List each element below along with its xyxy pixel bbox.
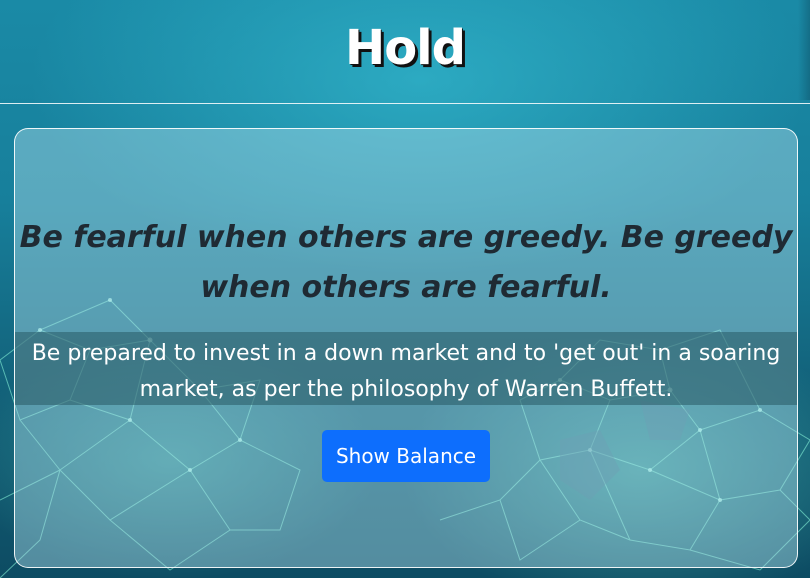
page-header: Hold: [0, 0, 810, 104]
buffett-quote: Be fearful when others are greedy. Be gr…: [19, 220, 793, 305]
description-text: Be prepared to invest in a down market a…: [31, 341, 781, 402]
description-band: Be prepared to invest in a down market a…: [15, 332, 797, 405]
show-balance-button[interactable]: Show Balance: [322, 430, 490, 482]
hold-card: Be fearful when others are greedy. Be gr…: [14, 128, 798, 568]
page-title: Hold: [345, 20, 466, 76]
